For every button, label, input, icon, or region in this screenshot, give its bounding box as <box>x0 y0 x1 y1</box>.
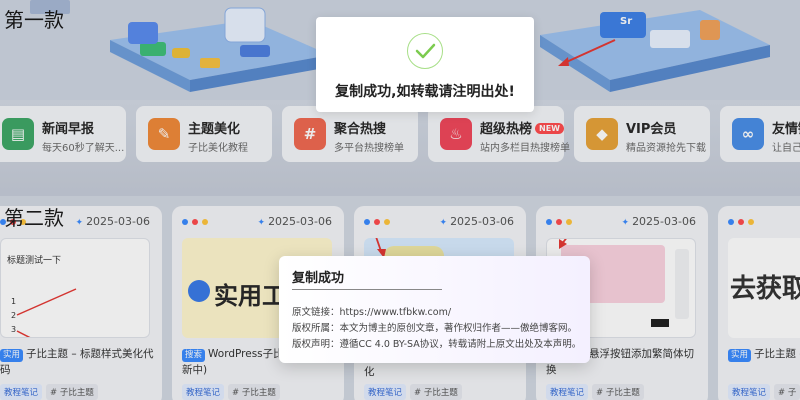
section-2-title: 第二款 <box>4 206 64 230</box>
dialog-row-license: 版权声明：遵循CC 4.0 BY-SA协议，转载请附上原文出处及本声明。 <box>292 339 582 350</box>
dialog-title: 复制成功 <box>292 271 345 286</box>
copy-info-dialog: 复制成功 原文链接：https://www.tfbkw.com/ 版权所属：本文… <box>279 256 590 363</box>
copy-success-toast: 复制成功,如转载请注明出处! <box>316 17 534 112</box>
dialog-divider <box>292 289 442 290</box>
check-circle-icon <box>407 33 443 69</box>
dialog-row-source: 原文链接：https://www.tfbkw.com/ <box>292 307 452 318</box>
toast-message: 复制成功,如转载请注明出处! <box>335 84 515 100</box>
dialog-row-ownership: 版权所属：本文为博主的原创文章，著作权归作者——傲绝博客网。 <box>292 323 578 334</box>
